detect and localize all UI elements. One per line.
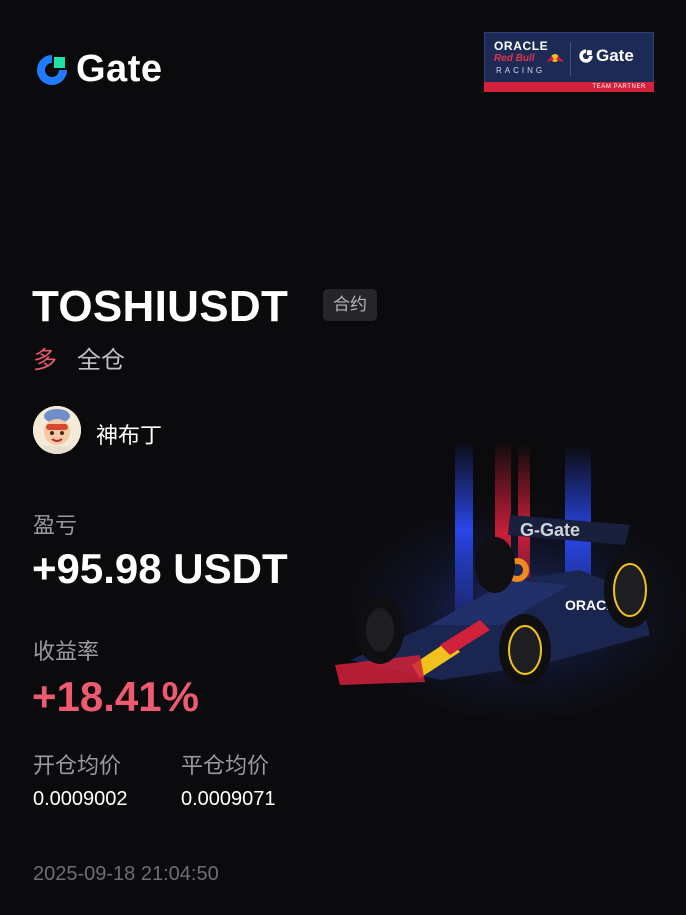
avatar <box>33 406 81 454</box>
roi-value: +18.41% <box>32 673 199 720</box>
pnl-label: 盈亏 <box>33 513 78 538</box>
partner-gate-text: Gate <box>596 46 634 65</box>
open-price-value: 0.0009002 <box>33 788 128 810</box>
pnl-value: +95.98 USDT <box>32 545 288 592</box>
partner-gate-logo: Gate <box>578 46 634 66</box>
oracle-wordmark: ORACLE <box>494 39 549 53</box>
close-price-label: 平仓均价 <box>181 753 270 778</box>
open-price-label: 开仓均价 <box>33 753 122 778</box>
username: 神布丁 <box>96 423 163 448</box>
team-partner-label: TEAM PARTNER <box>484 82 654 92</box>
svg-text:G-Gate: G-Gate <box>520 520 580 540</box>
avatar-illustration-icon <box>33 406 81 454</box>
f1-car-illustration: G-Gate ORACLE <box>330 440 686 720</box>
racing-wordmark: RACING <box>496 66 546 75</box>
gate-logo-text: Gate <box>76 48 163 90</box>
contract-badge: 合约 <box>323 289 377 321</box>
redbull-wordmark: Red Bull <box>494 53 535 64</box>
close-price-value: 0.0009071 <box>181 788 276 810</box>
gate-logo-icon <box>37 54 67 85</box>
partner-gate-icon <box>579 49 593 63</box>
redbull-bulls-icon <box>546 54 564 62</box>
position-side: 多 <box>33 347 57 374</box>
trading-pair-symbol: TOSHIUSDT <box>32 282 289 331</box>
roi-label: 收益率 <box>33 639 100 664</box>
team-partner-badge: ORACLE Red Bull RACING Gate TEAM PARTNER <box>484 32 654 92</box>
gate-logo: Gate <box>34 48 162 91</box>
margin-mode: 全仓 <box>77 347 125 374</box>
partner-divider <box>570 42 571 76</box>
timestamp: 2025-09-18 21:04:50 <box>33 863 219 885</box>
